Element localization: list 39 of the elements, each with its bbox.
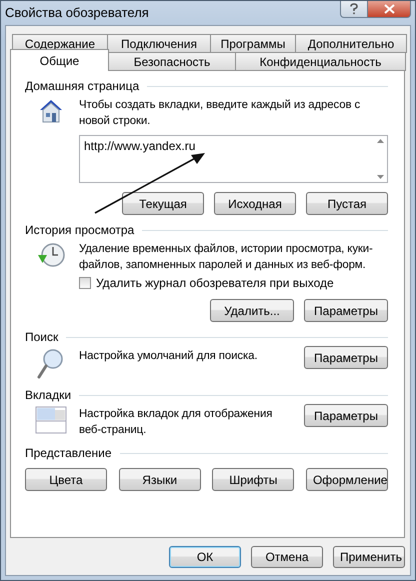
tab[interactable]: Общие	[10, 49, 109, 71]
appearance-button[interactable]: Языки	[118, 468, 201, 491]
section-title: Поиск	[25, 330, 58, 344]
tab[interactable]: Безопасность	[108, 52, 236, 71]
tab[interactable]: Дополнительно	[295, 34, 407, 53]
home-page-button[interactable]: Исходная	[214, 192, 296, 215]
scroll-down-arrow-icon[interactable]	[376, 175, 384, 179]
history-description: Удаление временных файлов, истории просмотра, куки-файлов, запомненных паролей и данных из веб-форм.	[79, 242, 374, 273]
dialog-button[interactable]: ОК	[169, 546, 241, 568]
search-description: Настройка умолчаний для поиска.	[79, 349, 258, 364]
section-title: Домашняя страница	[25, 79, 140, 93]
search-settings-button[interactable]: Параметры	[304, 346, 388, 369]
delete-on-exit-checkbox[interactable]: Удалить журнал обозревателя при выходе	[79, 276, 388, 290]
window-title: Свойства обозревателя	[5, 5, 149, 20]
appearance-button[interactable]: Цвета	[25, 468, 107, 491]
close-icon	[384, 4, 394, 14]
tab[interactable]: Программы	[210, 34, 296, 53]
scroll-up-arrow-icon[interactable]	[376, 139, 384, 143]
tabs-description: Настройка вкладок для отображения веб-страниц.	[79, 407, 274, 438]
url-field[interactable]: http://www.yandex.ru	[79, 135, 388, 183]
tab[interactable]: Подключения	[107, 34, 211, 53]
appearance-button[interactable]: Шрифты	[212, 468, 294, 491]
history-button[interactable]: Параметры	[304, 299, 388, 322]
history-button[interactable]: Удалить...	[210, 299, 294, 322]
tab[interactable]: Конфиденциальность	[235, 52, 406, 71]
browser-window-icon	[33, 406, 69, 434]
close-button[interactable]	[367, 1, 411, 18]
section-title: Представление	[25, 446, 112, 460]
tabs-settings-button[interactable]: Параметры	[304, 404, 388, 427]
help-button[interactable]	[340, 1, 367, 18]
dialog-button[interactable]: Применить	[333, 546, 405, 568]
section-title: История просмотра	[25, 223, 134, 237]
appearance-button[interactable]: Оформление	[306, 468, 388, 491]
home-page-button[interactable]: Пустая	[306, 192, 388, 215]
home-page-button[interactable]: Текущая	[122, 192, 204, 215]
question-mark-icon	[349, 3, 359, 15]
instruction-text: Чтобы создать вкладки, введите каждый из адресов с новой строки.	[79, 98, 362, 129]
dialog-button[interactable]: Отмена	[251, 546, 323, 568]
section-title: Вкладки	[25, 388, 72, 402]
